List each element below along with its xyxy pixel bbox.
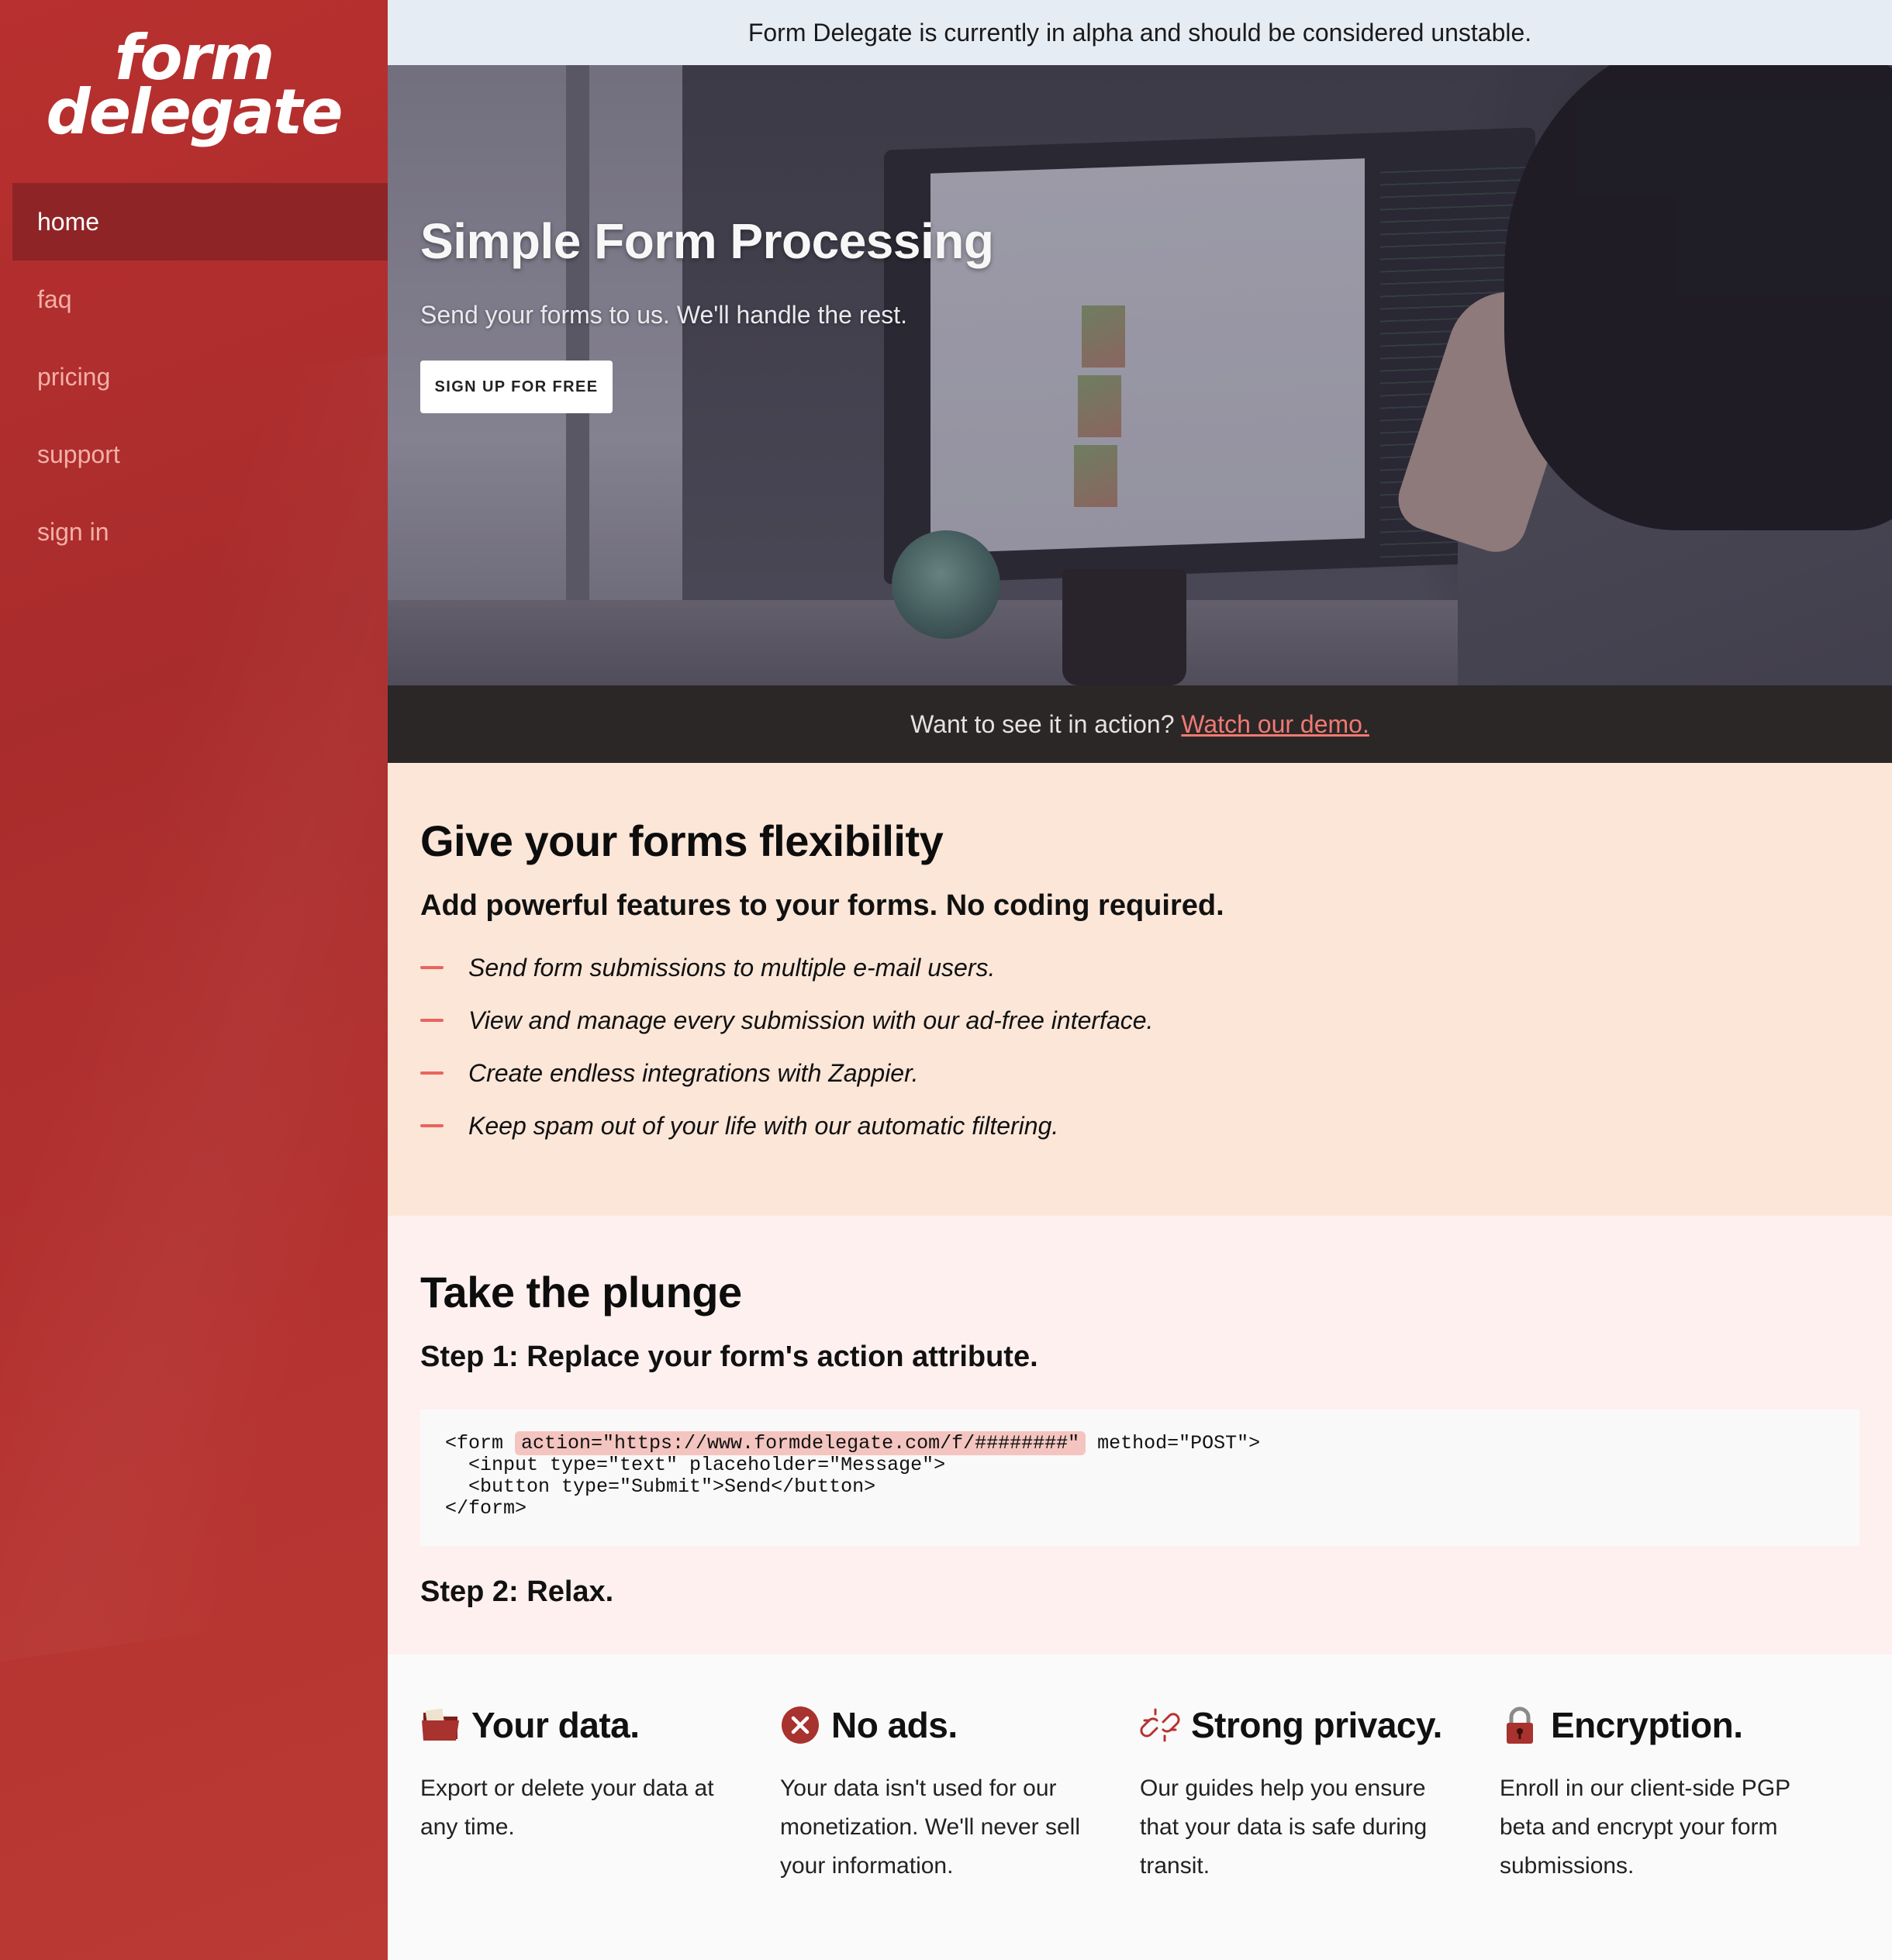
broken-link-icon — [1140, 1705, 1180, 1745]
code-line-2: <input type="text" placeholder="Message"… — [445, 1454, 946, 1476]
code-snippet[interactable]: <form action="https://www.formdelegate.c… — [420, 1410, 1859, 1546]
code-line-1-end: method="POST"> — [1086, 1432, 1261, 1454]
sidebar-item-home[interactable]: home — [12, 183, 388, 261]
code-line-1-start: <form — [445, 1432, 516, 1454]
benefit-your-data: Your data. Export or delete your data at… — [420, 1703, 780, 1960]
benefit-header: Your data. — [420, 1703, 780, 1748]
list-item: Keep spam out of your life with our auto… — [420, 1110, 1859, 1163]
sidebar-item-support[interactable]: support — [12, 416, 388, 493]
benefit-title: Strong privacy. — [1191, 1705, 1442, 1745]
hero-content: Simple Form Processing Send your forms t… — [420, 212, 994, 413]
feature-text: Create endless integrations with Zappier… — [468, 1059, 919, 1087]
demo-prompt: Want to see it in action? — [910, 710, 1175, 738]
lock-icon — [1500, 1705, 1540, 1745]
list-item: View and manage every submission with ou… — [420, 1005, 1859, 1058]
feature-text: Send form submissions to multiple e-mail… — [468, 954, 996, 982]
hero-title: Simple Form Processing — [420, 213, 994, 269]
code-line-3: <button type="Submit">Send</button> — [445, 1475, 876, 1498]
hero-subtitle: Send your forms to us. We'll handle the … — [420, 301, 908, 329]
folder-icon — [420, 1705, 461, 1745]
benefit-header: No ads. — [780, 1703, 1140, 1748]
benefit-no-ads: No ads. Your data isn't used for our mon… — [780, 1703, 1140, 1960]
dash-bullet-icon — [420, 1071, 444, 1075]
features-subheading: Add powerful features to your forms. No … — [420, 889, 1224, 922]
step-2-heading: Step 2: Relax. — [420, 1575, 614, 1608]
features-section: Give your forms flexibility Add powerful… — [388, 763, 1892, 1216]
benefits-section: Your data. Export or delete your data at… — [388, 1655, 1892, 1960]
benefit-title: Encryption. — [1551, 1705, 1743, 1745]
benefit-text: Enroll in our client-side PGP beta and e… — [1500, 1775, 1790, 1879]
main-content: Form Delegate is currently in alpha and … — [388, 0, 1892, 1960]
hero: Simple Form Processing Send your forms t… — [388, 65, 1892, 685]
no-entry-icon — [780, 1705, 820, 1745]
code-line-4: </form> — [445, 1497, 527, 1520]
benefit-encryption: Encryption. Enroll in our client-side PG… — [1500, 1703, 1859, 1960]
logo-line-2: delegate — [46, 76, 344, 148]
sidebar-item-faq[interactable]: faq — [12, 261, 388, 338]
demo-bar: Want to see it in action? Watch our demo… — [388, 685, 1892, 763]
feature-text: Keep spam out of your life with our auto… — [468, 1112, 1059, 1140]
benefit-title: Your data. — [471, 1705, 640, 1745]
benefit-header: Encryption. — [1500, 1703, 1859, 1748]
step-1-heading: Step 1: Replace your form's action attri… — [420, 1341, 1038, 1373]
benefit-title: No ads. — [831, 1705, 958, 1745]
benefit-text: Our guides help you ensure that your dat… — [1140, 1775, 1428, 1879]
benefit-strong-privacy: Strong privacy. Our guides help you ensu… — [1140, 1703, 1500, 1960]
dash-bullet-icon — [420, 966, 444, 969]
plunge-section: Take the plunge Step 1: Replace your for… — [388, 1216, 1892, 1655]
sidebar-nav: home faq pricing support sign in — [12, 183, 388, 571]
watch-demo-link[interactable]: Watch our demo. — [1181, 710, 1369, 738]
dash-bullet-icon — [420, 1019, 444, 1022]
list-item: Send form submissions to multiple e-mail… — [420, 952, 1859, 1005]
dash-bullet-icon — [420, 1124, 444, 1127]
features-heading: Give your forms flexibility — [420, 816, 944, 865]
plunge-heading: Take the plunge — [420, 1268, 742, 1316]
sidebar-item-pricing[interactable]: pricing — [12, 338, 388, 416]
logo[interactable]: form delegate — [0, 27, 388, 148]
feature-list: Send form submissions to multiple e-mail… — [420, 952, 1859, 1163]
benefit-header: Strong privacy. — [1140, 1703, 1500, 1748]
code-action-attribute: action="https://www.formdelegate.com/f/#… — [515, 1431, 1086, 1455]
sign-up-button[interactable]: SIGN UP FOR FREE — [420, 361, 613, 413]
alpha-banner: Form Delegate is currently in alpha and … — [388, 0, 1892, 65]
benefit-text: Your data isn't used for our monetizatio… — [780, 1775, 1081, 1879]
benefit-text: Export or delete your data at any time. — [420, 1775, 714, 1840]
feature-text: View and manage every submission with ou… — [468, 1006, 1154, 1034]
sidebar: form delegate home faq pricing support s… — [0, 0, 388, 1960]
list-item: Create endless integrations with Zappier… — [420, 1058, 1859, 1110]
sidebar-item-sign-in[interactable]: sign in — [12, 493, 388, 571]
